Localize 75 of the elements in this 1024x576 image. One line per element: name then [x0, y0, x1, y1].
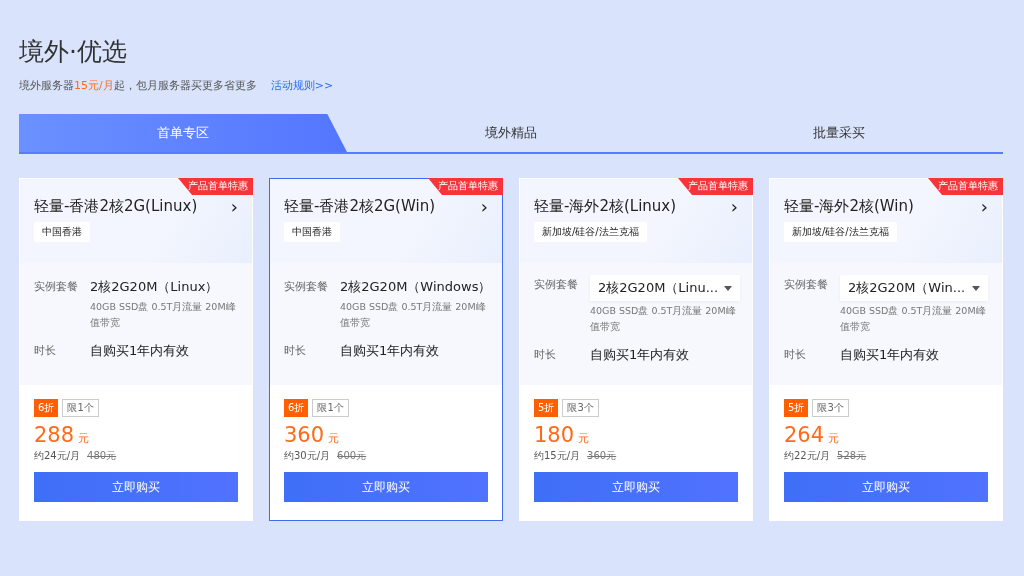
product-card[interactable]: 产品首单特惠 轻量-香港2核2G(Win) › 中国香港 实例套餐 2核2G20M（Windows） 40GB SSD盘 0.5T月流量 20M峰值带宽 时长 自购买1年内有效 6折 限1个 360 元 约30元/月 600元 立即购买	[269, 178, 503, 521]
original-price: 360元	[587, 449, 617, 463]
product-card[interactable]: 产品首单特惠 轻量-海外2核(Linux) › 新加坡/硅谷/法兰克福 实例套餐 2核2G20M（Linu... 40GB SSD盘 0.5T月流量 20M峰值带宽 时长 自购买1年内有效 5折 限3个 180 元 约15元/月 360元 立即购买	[519, 178, 753, 521]
caret-icon	[724, 285, 733, 291]
chevron-icon[interactable]: ›	[230, 197, 238, 216]
buy-button[interactable]: 立即购买	[784, 472, 988, 502]
price: 264	[784, 423, 825, 447]
duration-value: 自购买1年内有效	[340, 342, 440, 360]
promo-ribbon: 产品首单特惠	[178, 178, 253, 195]
price-unit: 元	[578, 431, 590, 446]
duration-label: 时长	[784, 347, 807, 363]
region-tag: 新加坡/硅谷/法兰克福	[784, 222, 897, 242]
limit-badge: 限3个	[562, 399, 599, 417]
duration-label: 时长	[284, 343, 307, 359]
chevron-icon[interactable]: ›	[480, 197, 488, 216]
duration-label: 时长	[534, 347, 557, 363]
product-name: 轻量-海外2核(Linux)	[534, 197, 677, 216]
caret-icon	[972, 285, 980, 291]
plan-description: 40GB SSD盘 0.5T月流量 20M峰值带宽	[340, 300, 487, 330]
plan-dropdown[interactable]: 2核2G20M（Win...	[840, 275, 988, 301]
price-unit: 元	[78, 431, 90, 446]
original-price: 600元	[337, 449, 367, 463]
plan-name: 2核2G20M（Linux）	[90, 278, 220, 296]
monthly-price: 约30元/月	[284, 449, 331, 463]
plan-name: 2核2G20M（Windows）	[340, 278, 492, 296]
monthly-price: 约24元/月	[34, 449, 81, 463]
original-price: 480元	[87, 449, 117, 463]
promo-ribbon: 产品首单特惠	[678, 178, 753, 195]
plan-label: 实例套餐	[784, 277, 829, 293]
discount-badge: 5折	[534, 399, 559, 417]
plan-description: 40GB SSD盘 0.5T月流量 20M峰值带宽	[840, 304, 987, 334]
chevron-icon[interactable]: ›	[980, 197, 988, 216]
product-name: 轻量-香港2核2G(Win)	[284, 197, 435, 216]
region-tag: 新加坡/硅谷/法兰克福	[534, 222, 647, 242]
limit-badge: 限3个	[812, 399, 849, 417]
plan-description: 40GB SSD盘 0.5T月流量 20M峰值带宽	[590, 304, 737, 334]
price: 288	[34, 423, 75, 447]
price: 180	[534, 423, 575, 447]
promo-ribbon: 产品首单特惠	[428, 178, 503, 195]
region-tag: 中国香港	[34, 222, 90, 242]
chevron-icon[interactable]: ›	[730, 197, 738, 216]
duration-label: 时长	[34, 343, 57, 359]
subtitle: 境外服务器15元/月起，包月服务器买更多省更多	[19, 78, 257, 94]
plan-dropdown[interactable]: 2核2G20M（Linu...	[590, 275, 741, 301]
product-card[interactable]: 产品首单特惠 轻量-海外2核(Win) › 新加坡/硅谷/法兰克福 实例套餐 2核2G20M（Win... 40GB SSD盘 0.5T月流量 20M峰值带宽 时长 自购买1年内有效 5折 限3个 264 元 约22元/月 528元 立即购买	[769, 178, 1003, 521]
page-title: 境外·优选	[19, 36, 128, 68]
plan-label: 实例套餐	[534, 277, 579, 293]
buy-button[interactable]: 立即购买	[34, 472, 238, 502]
discount-badge: 6折	[34, 399, 59, 417]
limit-badge: 限1个	[62, 399, 99, 417]
price-unit: 元	[328, 431, 340, 446]
buy-button[interactable]: 立即购买	[534, 472, 738, 502]
monthly-price: 约22元/月	[784, 449, 831, 463]
duration-value: 自购买1年内有效	[90, 342, 190, 360]
discount-badge: 5折	[784, 399, 809, 417]
tab[interactable]: 批量采买	[675, 114, 1003, 152]
limit-badge: 限1个	[312, 399, 349, 417]
duration-value: 自购买1年内有效	[590, 346, 690, 364]
region-tag: 中国香港	[284, 222, 340, 242]
product-name: 轻量-海外2核(Win)	[784, 197, 914, 216]
monthly-price: 约15元/月	[534, 449, 581, 463]
plan-label: 实例套餐	[284, 279, 329, 295]
price-unit: 元	[828, 431, 840, 446]
promo-ribbon: 产品首单特惠	[928, 178, 1003, 195]
product-card[interactable]: 产品首单特惠 轻量-香港2核2G(Linux) › 中国香港 实例套餐 2核2G20M（Linux） 40GB SSD盘 0.5T月流量 20M峰值带宽 时长 自购买1年内有效 6折 限1个 288 元 约24元/月 480元 立即购买	[19, 178, 253, 521]
original-price: 528元	[837, 449, 867, 463]
tab[interactable]: 境外精品	[347, 114, 675, 152]
duration-value: 自购买1年内有效	[840, 346, 940, 364]
price: 360	[284, 423, 325, 447]
discount-badge: 6折	[284, 399, 309, 417]
product-name: 轻量-香港2核2G(Linux)	[34, 197, 198, 216]
buy-button[interactable]: 立即购买	[284, 472, 488, 502]
plan-description: 40GB SSD盘 0.5T月流量 20M峰值带宽	[90, 300, 237, 330]
rules-link[interactable]: 活动规则>>	[270, 78, 334, 94]
plan-label: 实例套餐	[34, 279, 79, 295]
